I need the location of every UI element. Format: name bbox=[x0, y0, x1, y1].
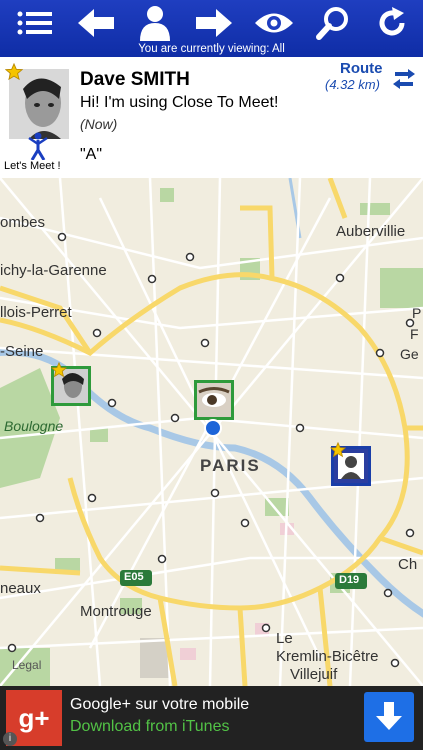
map-label-neaux: neaux bbox=[0, 580, 41, 597]
refresh-icon[interactable] bbox=[372, 4, 412, 42]
map-label-combes: ombes bbox=[0, 214, 46, 231]
contact-name: Dave SMITH bbox=[80, 69, 190, 90]
ad-title[interactable]: Google+ sur votre mobile bbox=[70, 696, 249, 714]
map-legal-link[interactable]: Legal bbox=[12, 658, 41, 672]
swap-arrows-icon[interactable] bbox=[393, 69, 415, 94]
ad-subtitle[interactable]: Download from iTunes bbox=[70, 718, 229, 736]
route-shield-e05: E05 bbox=[124, 571, 144, 583]
map-label-seine: -Seine bbox=[0, 343, 44, 360]
lets-meet-label[interactable]: Let's Meet ! bbox=[4, 160, 61, 172]
route-shield-d19: D19 bbox=[339, 574, 360, 586]
search-icon[interactable] bbox=[313, 4, 353, 42]
eye-icon[interactable] bbox=[252, 4, 296, 42]
contact-status: Hi! I'm using Close To Meet! bbox=[80, 94, 279, 111]
route-distance: (4.32 km) bbox=[325, 77, 380, 92]
download-arrow-icon bbox=[376, 702, 402, 730]
friend-marker-center[interactable] bbox=[194, 380, 234, 420]
forward-arrow-icon[interactable] bbox=[193, 4, 235, 42]
avatar bbox=[197, 383, 231, 417]
favorite-star-icon bbox=[50, 361, 68, 383]
map-view[interactable]: Aubervillie ombes ichy-la-Garenne llois-… bbox=[0, 178, 423, 686]
map-label-aubervilliers: Aubervillie bbox=[336, 223, 406, 240]
download-button[interactable] bbox=[364, 692, 414, 742]
map-label-ge: Ge bbox=[400, 346, 419, 362]
favorite-star-icon bbox=[4, 62, 24, 86]
favorite-star-icon bbox=[329, 441, 347, 463]
map-label-le: Le bbox=[276, 630, 293, 647]
map-label-p: P bbox=[412, 305, 422, 321]
current-location-icon[interactable] bbox=[204, 419, 222, 442]
top-toolbar: You are currently viewing: All bbox=[0, 0, 423, 57]
map-label-villejuif: Villejuif bbox=[290, 666, 338, 683]
menu-icon[interactable] bbox=[12, 4, 58, 42]
route-button[interactable]: Route bbox=[340, 60, 383, 77]
person-icon[interactable] bbox=[134, 4, 176, 42]
profile-panel[interactable]: Let's Meet ! Dave SMITH Hi! I'm using Cl… bbox=[0, 57, 423, 179]
map-label-clichy: ichy-la-Garenne bbox=[0, 262, 107, 279]
status-time: (Now) bbox=[80, 116, 118, 132]
ad-banner[interactable]: g+ i Google+ sur votre mobile Download f… bbox=[0, 686, 423, 750]
map-label-ch: Ch bbox=[398, 556, 418, 573]
map-label-montrouge: Montrouge bbox=[80, 603, 152, 620]
map-label-paris: PARIS bbox=[200, 456, 261, 475]
map-label-levallois: llois-Perret bbox=[0, 304, 72, 321]
map-label-f: F bbox=[410, 326, 419, 342]
map-label-boulogne: Boulogne bbox=[4, 418, 64, 434]
back-arrow-icon[interactable] bbox=[75, 4, 117, 42]
contact-quote: "A" bbox=[80, 146, 103, 163]
info-icon[interactable]: i bbox=[3, 732, 17, 746]
map-label-kremlin-bicetre: Kremlin-Bicêtre bbox=[276, 648, 379, 665]
viewing-filter-text: You are currently viewing: All bbox=[138, 43, 285, 55]
